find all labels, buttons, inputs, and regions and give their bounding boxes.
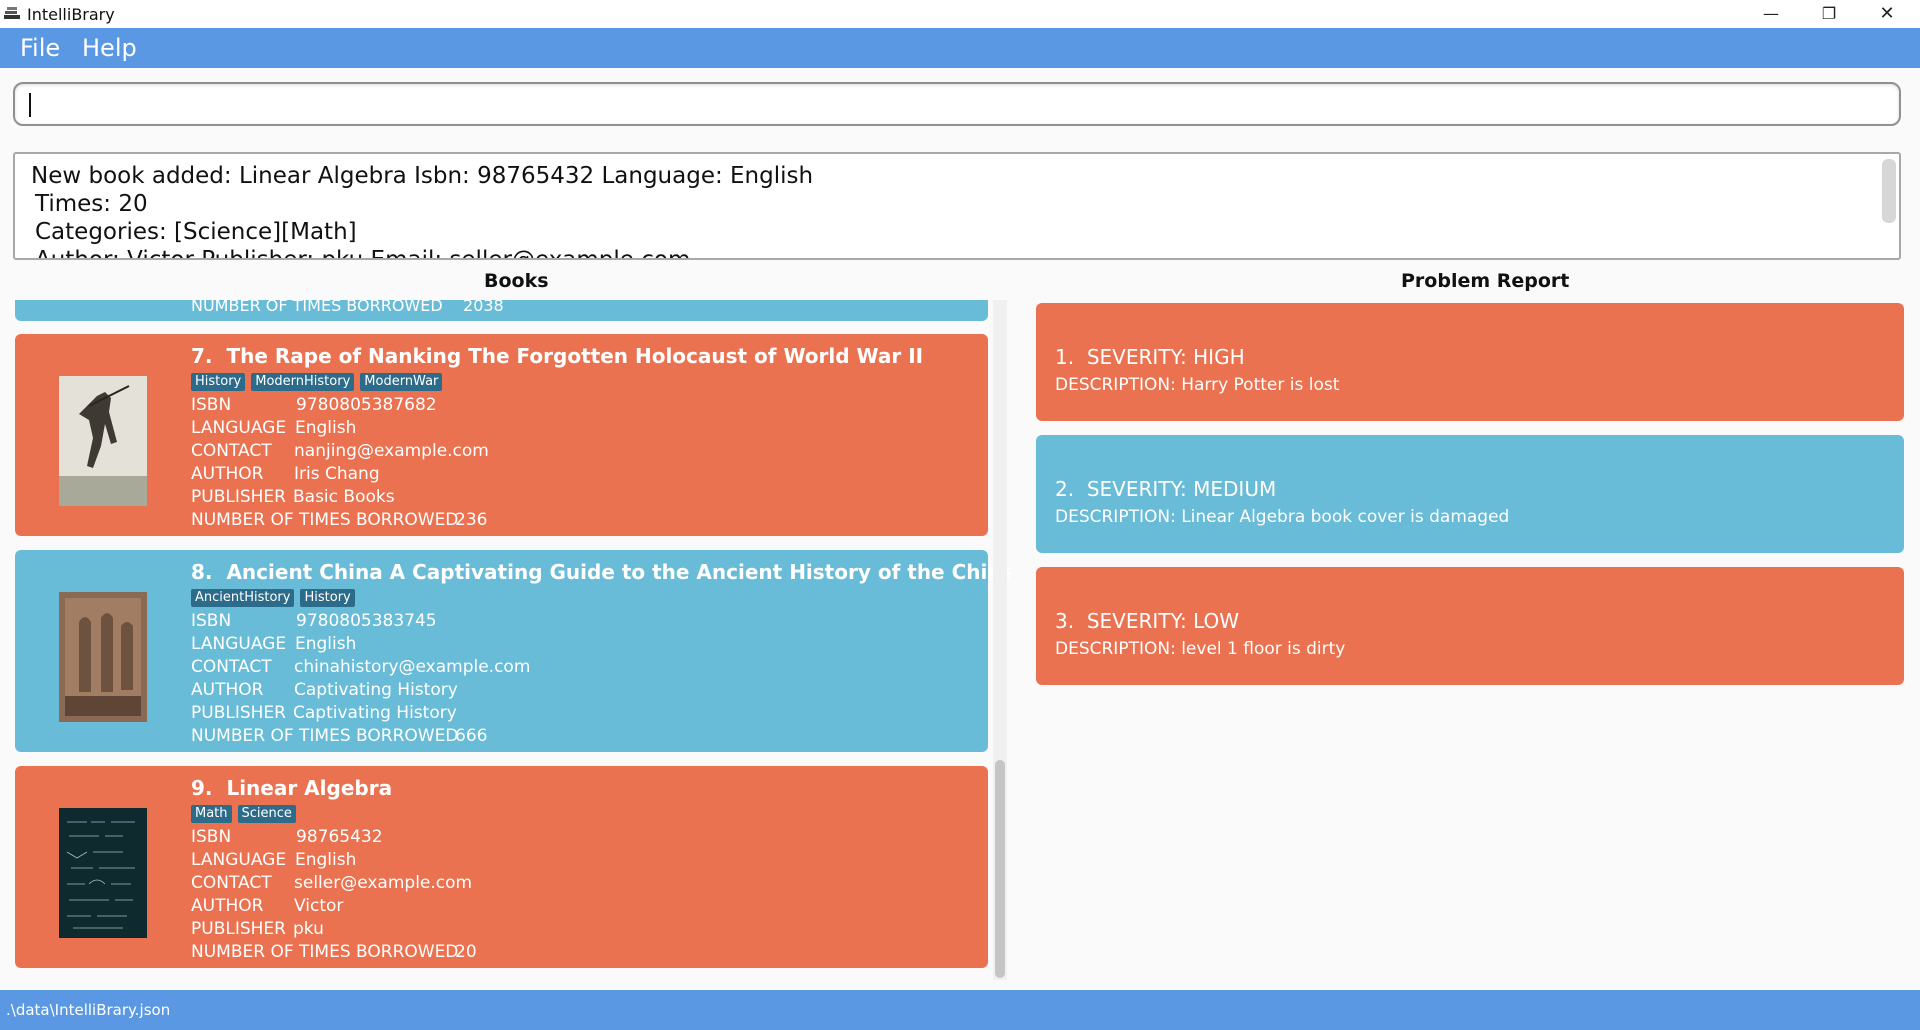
book-field-language: LANGUAGE English [191, 850, 357, 870]
book-field-times: NUMBER OF TIMES BORROWED666 [191, 726, 488, 746]
tag-label: ModernWar [360, 373, 443, 391]
book-field-publisher: PUBLISHER Captivating History [191, 703, 457, 723]
menu-help[interactable]: Help [82, 34, 137, 62]
status-bar: .\data\IntelliBrary.json [0, 990, 1920, 1030]
minimize-button[interactable]: — [1742, 0, 1800, 28]
problem-card[interactable]: 2. SEVERITY: MEDIUM DESCRIPTION: Linear … [1036, 435, 1904, 553]
problem-card[interactable]: 3. SEVERITY: LOW DESCRIPTION: level 1 fl… [1036, 567, 1904, 685]
book-field-contact: CONTACT chinahistory@example.com [191, 657, 531, 677]
menu-bar: File Help [0, 28, 1920, 68]
book-field-times: NUMBER OF TIMES BORROWED20 [191, 942, 477, 962]
book-field-times: NUMBER OF TIMES BORROWED236 [191, 510, 488, 530]
book-title: 7. The Rape of Nanking The Forgotten Hol… [191, 344, 924, 368]
book-field-language: LANGUAGE English [191, 634, 357, 654]
text-caret [29, 93, 31, 117]
book-field-isbn: ISBN 9780805387682 [191, 395, 437, 415]
tag-label: History [300, 589, 355, 607]
book-tags: AncientHistory History [191, 589, 355, 607]
book-cover-image [59, 592, 147, 722]
book-field-contact: CONTACT seller@example.com [191, 873, 473, 893]
book-tags: History ModernHistory ModernWar [191, 373, 443, 391]
book-field-contact: CONTACT nanjing@example.com [191, 441, 489, 461]
books-panel-title: Books [484, 270, 549, 292]
book-card[interactable]: 9. Linear Algebra Math Science ISBN 98765… [15, 766, 988, 968]
problem-description: DESCRIPTION: Harry Potter is lost [1055, 375, 1340, 395]
restore-button[interactable]: ❐ [1800, 0, 1858, 28]
tag-label: ModernHistory [251, 373, 355, 391]
title-bar: IntelliBrary — ❐ ✕ [0, 0, 1920, 28]
tag-label: History [191, 373, 246, 391]
book-list[interactable]: NUMBER OF TIMES BORROWED 2038 7. The Rap… [0, 300, 1010, 988]
books-icon [4, 7, 20, 19]
book-card[interactable]: 8. Ancient China A Captivating Guide to … [15, 550, 1010, 752]
book-card[interactable]: NUMBER OF TIMES BORROWED 2038 [15, 300, 988, 321]
problem-severity: 2. SEVERITY: MEDIUM [1055, 477, 1277, 501]
tag-label: Science [237, 805, 296, 823]
result-scrollbar[interactable] [1882, 159, 1896, 223]
book-field-author: AUTHOR Iris Chang [191, 464, 380, 484]
book-field-author: AUTHOR Captivating History [191, 680, 458, 700]
problem-report-title: Problem Report [1401, 270, 1570, 292]
book-tags: Math Science [191, 805, 296, 823]
book-list-scrollbar[interactable] [993, 300, 1007, 980]
result-display[interactable]: New book added: Linear Algebra Isbn: 987… [13, 152, 1901, 260]
window-title: IntelliBrary [27, 5, 115, 24]
tag-label: Math [191, 805, 232, 823]
result-line: Categories: [Science][Math] [35, 219, 357, 245]
book-field-author: AUTHOR Victor [191, 896, 344, 916]
menu-file[interactable]: File [20, 34, 60, 62]
problem-description: DESCRIPTION: Linear Algebra book cover i… [1055, 507, 1510, 527]
command-input[interactable] [13, 82, 1901, 126]
book-field-publisher: PUBLISHER pku [191, 919, 324, 939]
result-line: New book added: Linear Algebra Isbn: 987… [31, 163, 814, 189]
problem-severity: 1. SEVERITY: HIGH [1055, 345, 1245, 369]
scrollbar-thumb[interactable] [995, 760, 1005, 978]
problem-description: DESCRIPTION: level 1 floor is dirty [1055, 639, 1346, 659]
book-field-isbn: ISBN 9780805383745 [191, 611, 437, 631]
close-button[interactable]: ✕ [1858, 0, 1916, 28]
problem-severity: 3. SEVERITY: LOW [1055, 609, 1240, 633]
result-line: Times: 20 [35, 191, 148, 217]
book-title: 8. Ancient China A Captivating Guide to … [191, 560, 1010, 584]
book-card[interactable]: 7. The Rape of Nanking The Forgotten Hol… [15, 334, 988, 536]
book-field-isbn: ISBN 98765432 [191, 827, 383, 847]
save-file-path: .\data\IntelliBrary.json [6, 1001, 171, 1019]
book-title: 9. Linear Algebra [191, 776, 393, 800]
tag-label: AncientHistory [191, 589, 295, 607]
book-field-publisher: PUBLISHER Basic Books [191, 487, 395, 507]
problem-card[interactable]: 1. SEVERITY: HIGH DESCRIPTION: Harry Pot… [1036, 303, 1904, 421]
book-field-times: NUMBER OF TIMES BORROWED 2038 [191, 300, 504, 315]
book-cover-image [59, 808, 147, 938]
result-line: Author: Victor Publisher: pku Email: sel… [35, 247, 691, 260]
book-field-language: LANGUAGE English [191, 418, 357, 438]
book-cover-image [59, 376, 147, 506]
